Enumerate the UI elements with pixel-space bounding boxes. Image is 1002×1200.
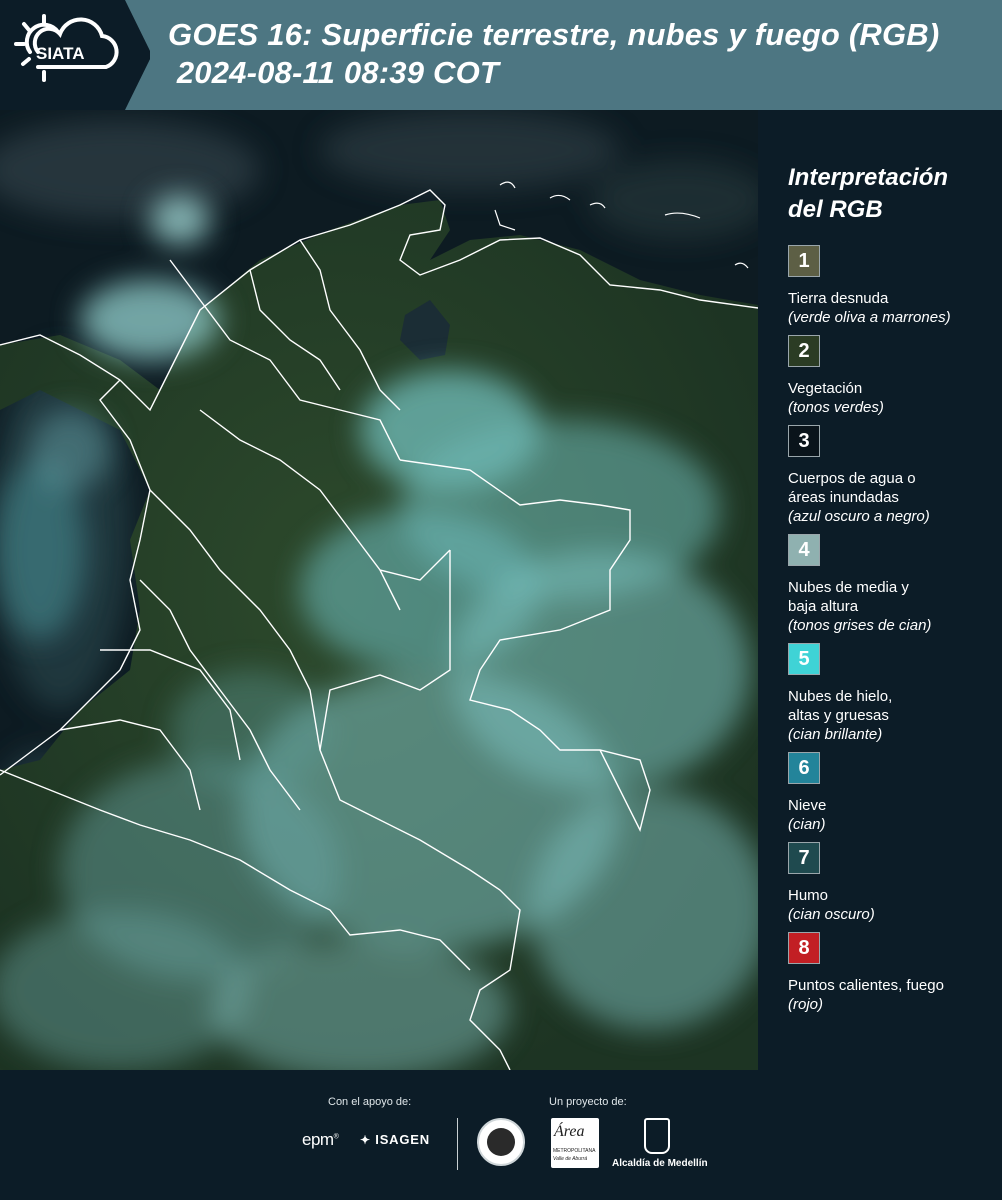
legend-note: (tonos grises de cian) [788, 617, 932, 634]
alcaldia-logo-text: Alcaldía de Medellín [612, 1158, 708, 1169]
legend-swatch: 4 [788, 534, 820, 566]
area-metro-logo-text: Área [554, 1123, 585, 1140]
legend-label: Cuerpos de agua o áreas inundadas [788, 470, 916, 506]
legend-item-1: 1 Tierra desnuda (verde oliva a marrones… [788, 245, 998, 327]
title-line-2: 2024-08-11 08:39 COT [168, 55, 500, 90]
legend-swatch: 7 [788, 842, 820, 874]
siata-logo-text: SIATA [36, 44, 85, 63]
legend-item-5: 5 Nubes de hielo, altas y gruesas (cian … [788, 643, 998, 744]
legend-label: Nubes de media y baja altura [788, 579, 909, 615]
area-metro-logo-sub2: Valle de Aburrá [553, 1156, 588, 1162]
page-title: GOES 16: Superficie terrestre, nubes y f… [168, 16, 939, 92]
satellite-map[interactable] [0, 110, 758, 1070]
epm-logo: epm® [302, 1130, 339, 1149]
legend-label: Humo [788, 887, 829, 904]
satellite-rgb-image [0, 110, 758, 1070]
legend-item-6: 6 Nieve (cian) [788, 752, 998, 834]
legend-item-7: 7 Humo (cian oscuro) [788, 842, 998, 924]
legend-swatch: 3 [788, 425, 820, 457]
support-caption: Con el apoyo de: [328, 1096, 412, 1108]
isagen-logo: ✦ ISAGEN [360, 1132, 430, 1147]
legend-swatch: 6 [788, 752, 820, 784]
legend-swatch: 8 [788, 932, 820, 964]
legend-item-2: 2 Vegetación (tonos verdes) [788, 335, 998, 417]
header-bar: SIATA GOES 16: Superficie terrestre, nub… [0, 0, 1002, 110]
university-seal-icon [477, 1118, 525, 1166]
rgb-legend-panel: Interpretación del RGB 1 Tierra desnuda … [758, 110, 1002, 1070]
legend-note: (tonos verdes) [788, 399, 884, 416]
legend-item-8: 8 Puntos calientes, fuego (rojo) [788, 932, 998, 1014]
legend-item-3: 3 Cuerpos de agua o áreas inundadas (azu… [788, 425, 998, 526]
legend-label: Vegetación [788, 380, 863, 397]
footer: Con el apoyo de: Un proyecto de: epm® ✦ … [0, 1070, 1002, 1200]
footer-divider [457, 1118, 458, 1170]
legend-swatch: 1 [788, 245, 820, 277]
legend-title: Interpretación del RGB [788, 162, 948, 226]
legend-note: (cian brillante) [788, 726, 883, 743]
legend-swatch: 2 [788, 335, 820, 367]
area-metropolitana-logo: Área METROPOLITANA Valle de Aburrá [551, 1118, 599, 1168]
legend-note: (azul oscuro a negro) [788, 508, 930, 525]
title-line-1: GOES 16: Superficie terrestre, nubes y f… [168, 17, 940, 52]
legend-item-4: 4 Nubes de media y baja altura (tonos gr… [788, 534, 998, 635]
legend-label: Nubes de hielo, altas y gruesas [788, 688, 893, 724]
area-metro-logo-sub: METROPOLITANA [553, 1148, 596, 1154]
legend-label: Tierra desnuda [788, 290, 889, 307]
legend-label: Puntos calientes, fuego [788, 977, 944, 994]
legend-note: (rojo) [788, 996, 824, 1013]
epm-logo-text: epm [302, 1130, 334, 1149]
siata-logo-block: SIATA [0, 0, 150, 110]
legend-note: (verde oliva a marrones) [788, 309, 951, 326]
legend-swatch: 5 [788, 643, 820, 675]
project-caption: Un proyecto de: [549, 1096, 627, 1108]
isagen-logo-icon: ✦ [360, 1133, 371, 1147]
legend-note: (cian oscuro) [788, 906, 875, 923]
isagen-logo-text: ISAGEN [375, 1132, 430, 1147]
legend-title-line-1: Interpretación [788, 164, 949, 191]
legend-title-line-2: del RGB [788, 196, 883, 223]
legend-note: (cian) [788, 816, 826, 833]
legend-label: Nieve [788, 797, 827, 814]
alcaldia-shield-icon [644, 1118, 670, 1154]
